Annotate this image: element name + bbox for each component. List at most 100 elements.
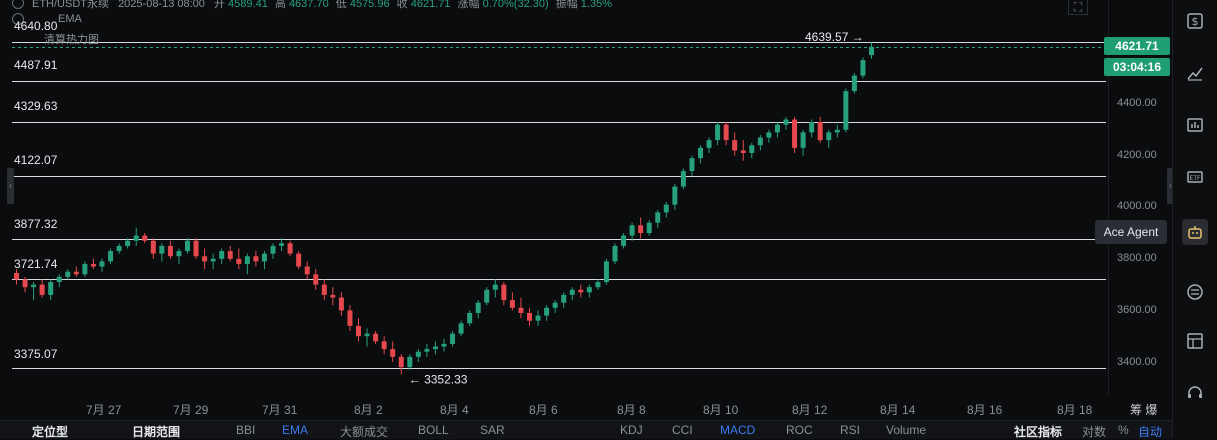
candle-body <box>475 302 481 313</box>
svg-text:ETF: ETF <box>1190 175 1201 182</box>
candle-body <box>774 124 780 133</box>
etf-icon[interactable]: ETF <box>1182 164 1208 190</box>
candle-body <box>22 279 28 288</box>
layout-icon[interactable] <box>1182 328 1208 354</box>
candle-body <box>108 251 114 262</box>
date-tick: 8月 10 <box>703 403 739 417</box>
change-label: 涨幅 <box>457 0 480 10</box>
dollar-icon[interactable]: $ <box>1182 8 1208 34</box>
candle-body <box>441 343 447 347</box>
toolbar-item[interactable]: CCI <box>672 423 693 437</box>
candle-body <box>800 132 806 148</box>
candle-body <box>347 310 353 326</box>
toolbar-item[interactable]: 自动 <box>1138 423 1162 440</box>
candle-body <box>629 225 635 236</box>
level-label: 3721.74 <box>14 257 58 271</box>
trend-icon[interactable] <box>1182 60 1208 86</box>
date-tick: 8月 4 <box>440 403 469 417</box>
toolbar-item[interactable]: SAR <box>480 423 505 437</box>
toolbar-item[interactable]: KDJ <box>620 423 643 437</box>
candle-body <box>509 300 515 308</box>
candle-body <box>48 282 54 295</box>
support-icon[interactable] <box>1182 380 1208 406</box>
candle-body <box>535 315 541 321</box>
open-label: 开 <box>213 0 225 10</box>
date-tick: 8月 18 <box>1057 403 1093 417</box>
candle-body <box>185 240 190 252</box>
level-label: 4640.80 <box>14 19 58 33</box>
toolbar-item[interactable]: BBI <box>236 423 255 437</box>
candle-body <box>167 245 173 257</box>
price-tick: 4000.00 <box>1117 200 1157 212</box>
level-label: 4122.07 <box>14 153 58 167</box>
candle-body <box>424 349 430 352</box>
ema-indicator-label[interactable]: EMA <box>58 13 82 25</box>
date-tick: 8月 14 <box>880 403 916 417</box>
toolbar-item[interactable]: EMA <box>282 423 308 437</box>
toolbar-item[interactable]: BOLL <box>418 423 449 437</box>
candlestick-chart[interactable]: 4639.57 → ← 3352.33 <box>0 0 1108 396</box>
candle-body <box>740 150 746 154</box>
toolbar-item[interactable]: ROC <box>786 423 813 437</box>
candle-body <box>569 289 575 295</box>
level-label: 3877.32 <box>14 217 58 231</box>
toolbar-item[interactable]: MACD <box>720 423 755 437</box>
left-panel-toggle[interactable]: ‹ <box>7 168 14 204</box>
heatmap-indicator-label[interactable]: 清算热力图 <box>44 31 99 47</box>
toolbar-item[interactable]: 大额成交 <box>340 423 388 440</box>
candle-body <box>193 240 199 257</box>
candle-body <box>381 341 387 350</box>
candle-body <box>304 266 310 275</box>
candle-body <box>689 158 695 172</box>
candle-body <box>621 235 627 246</box>
candle-body <box>680 171 686 187</box>
candle-body <box>116 245 122 252</box>
countdown-tag: 03:04:16 <box>1104 58 1170 76</box>
candle-body <box>817 122 823 141</box>
close-value: 4621.71 <box>410 0 451 10</box>
toolbar-item[interactable]: 定位型 <box>32 423 68 440</box>
candle-body <box>133 235 139 241</box>
amplitude-value: 1.35% <box>580 0 612 10</box>
ohlc-header: ETH/USDT永续 2025-08-13 08:00 开 4589.41 高 … <box>32 0 612 11</box>
candle-body <box>501 284 507 301</box>
chart-area[interactable]: 4639.57 → ← 3352.33 ETH/USDT永续 2025-08-13… <box>0 0 1108 396</box>
close-label: 收 <box>396 0 408 10</box>
candle-body <box>432 346 438 350</box>
toolbar-item[interactable]: 社区指标 <box>1014 423 1062 440</box>
candle-body <box>715 124 721 141</box>
candle-body <box>125 240 131 246</box>
candle-body <box>586 287 592 293</box>
svg-text:$: $ <box>1192 15 1199 28</box>
chart-icon[interactable] <box>1182 112 1208 138</box>
date-tick: 7月 27 <box>86 403 122 417</box>
candle-body <box>65 271 71 277</box>
exchange-icon[interactable] <box>1182 279 1208 305</box>
toolbar-item[interactable]: 日期范围 <box>132 423 180 440</box>
candle-body <box>527 312 532 321</box>
toolbar-item[interactable]: Volume <box>886 423 926 437</box>
candle-body <box>783 119 789 125</box>
candle-body <box>826 132 832 141</box>
price-tick: 3800.00 <box>1117 252 1157 264</box>
candle-body <box>99 261 105 267</box>
toolbar-item[interactable]: RSI <box>840 423 860 437</box>
robot-icon[interactable] <box>1182 219 1208 245</box>
level-label: 4487.91 <box>14 58 58 72</box>
candle-body <box>646 222 652 233</box>
price-tick: 4400.00 <box>1117 97 1157 109</box>
date-axis[interactable]: 7月 27 7月 29 7月 31 8月 2 8月 4 8月 6 8月 8 8月… <box>0 396 1170 420</box>
amplitude-label: 振幅 <box>555 0 578 10</box>
toolbar-item[interactable]: 对数 <box>1082 423 1106 440</box>
candle-body <box>834 129 840 133</box>
candle-body <box>655 212 661 223</box>
chip-burst-toggle[interactable]: 筹 爆 <box>1130 401 1157 418</box>
candle-body <box>467 312 473 324</box>
candle-body <box>287 243 293 254</box>
candle-body <box>766 132 772 138</box>
toolbar-item[interactable]: % <box>1118 423 1129 437</box>
date-tick: 8月 8 <box>617 403 646 417</box>
fullscreen-icon[interactable]: ⛶ <box>1068 0 1088 15</box>
candle-body <box>612 245 618 262</box>
candle-body <box>749 145 755 154</box>
